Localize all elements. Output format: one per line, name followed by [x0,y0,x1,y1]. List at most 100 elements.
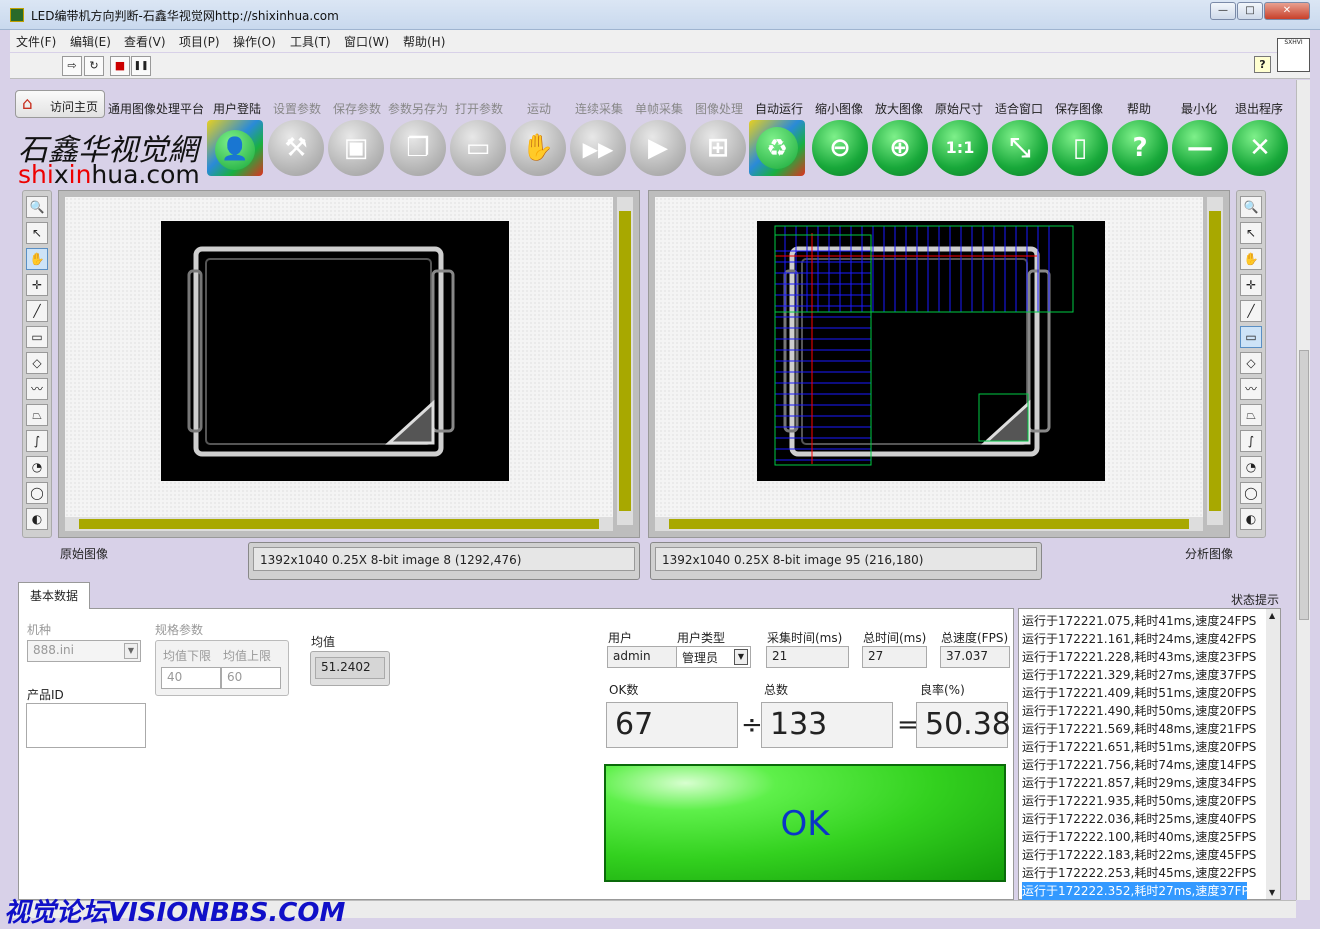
original-size-button[interactable]: 1:1 [932,120,988,176]
crosshair-icon[interactable]: ✛ [26,274,48,296]
polygon-icon[interactable]: ⏢ [1240,404,1262,426]
chevron-down-icon[interactable]: ▼ [124,643,138,659]
zoom-icon[interactable]: 🔍 [26,196,48,218]
run-arrow-icon[interactable]: ⇨ [62,56,82,76]
status-log-line[interactable]: 运行于172221.756,耗时74ms,速度14FPS [1022,756,1256,774]
status-log-line[interactable]: 运行于172221.857,耗时29ms,速度34FPS [1022,774,1256,792]
minimize-app-button[interactable]: — [1172,120,1228,176]
freehand-region-icon[interactable]: ◔ [26,456,48,478]
scroll-thumb[interactable] [669,519,1189,529]
rotated-rect-icon[interactable]: ◇ [26,352,48,374]
exit-button[interactable]: ✕ [1232,120,1288,176]
single-acq-button[interactable]: ▶ [630,120,686,176]
pointer-icon[interactable]: ↖ [26,222,48,244]
pan-icon[interactable]: ✋ [1240,248,1262,270]
zoom-icon[interactable]: 🔍 [1240,196,1262,218]
mean-upper-field[interactable]: 60 [221,667,281,689]
save-params-as-button[interactable]: ❐ [390,120,446,176]
oval-icon[interactable]: ◯ [26,482,48,504]
analysis-image-display[interactable] [648,190,1230,538]
status-log-line[interactable]: 运行于172222.100,耗时40ms,速度25FPS [1022,828,1256,846]
fit-window-button[interactable]: ⤡ [992,120,1048,176]
scroll-thumb[interactable] [1209,211,1221,511]
display-horizontal-scrollbar[interactable] [655,517,1203,531]
zoom-out-button[interactable]: ⊖ [812,120,868,176]
original-image-display[interactable] [58,190,640,538]
freehand-line-icon[interactable]: ∫ [26,430,48,452]
status-log-line[interactable]: 运行于172222.036,耗时25ms,速度40FPS [1022,810,1256,828]
menu-window[interactable]: 窗口(W) [344,33,389,50]
scroll-up-icon[interactable]: ▲ [1269,611,1275,620]
zoom-in-button[interactable]: ⊕ [872,120,928,176]
menu-operate[interactable]: 操作(O) [233,33,276,50]
menu-project[interactable]: 项目(P) [179,33,220,50]
menu-help[interactable]: 帮助(H) [403,33,445,50]
crosshair-icon[interactable]: ✛ [1240,274,1262,296]
close-button[interactable]: ✕ [1264,2,1310,20]
context-help-icon[interactable]: ? [1254,56,1271,73]
motion-button[interactable]: ✋ [510,120,566,176]
vertical-scroll-thumb[interactable] [1299,350,1309,620]
status-log-line[interactable]: 运行于172221.161,耗时24ms,速度42FPS [1022,630,1256,648]
status-log-line[interactable]: 运行于172221.651,耗时51ms,速度20FPS [1022,738,1256,756]
freehand-line-icon[interactable]: ∫ [1240,430,1262,452]
auto-run-button[interactable]: ♻ [749,120,805,176]
menu-view[interactable]: 查看(V) [124,33,166,50]
rectangle-icon[interactable]: ▭ [1240,326,1262,348]
status-log-line[interactable]: 运行于172222.352,耗时27ms,速度37FPS [1022,882,1256,900]
home-page-button[interactable]: ⌂ 访问主页 [15,90,105,118]
status-log-line[interactable]: 运行于172221.075,耗时41ms,速度24FPS [1022,612,1256,630]
pause-icon[interactable]: ❚❚ [131,56,151,76]
polyline-icon[interactable]: 〰 [1240,378,1262,400]
mean-lower-field[interactable]: 40 [161,667,221,689]
vertical-scrollbar[interactable] [1296,80,1310,900]
annulus-icon[interactable]: ◐ [1240,508,1262,530]
status-log-line[interactable]: 运行于172221.569,耗时48ms,速度21FPS [1022,720,1256,738]
set-params-button[interactable]: ⚒ [268,120,324,176]
freehand-region-icon[interactable]: ◔ [1240,456,1262,478]
image-process-button[interactable]: ⊞ [690,120,746,176]
user-type-select[interactable]: 管理员 ▼ [676,646,751,668]
status-log-line[interactable]: 运行于172221.329,耗时27ms,速度37FPS [1022,666,1256,684]
chevron-down-icon[interactable]: ▼ [734,649,748,665]
minimize-button[interactable]: — [1210,2,1236,20]
status-log-list[interactable]: 运行于172221.075,耗时41ms,速度24FPS 运行于172221.16… [1018,608,1281,900]
display-horizontal-scrollbar[interactable] [65,517,613,531]
pointer-icon[interactable]: ↖ [1240,222,1262,244]
continuous-acq-button[interactable]: ▶▶ [570,120,626,176]
scroll-thumb[interactable] [79,519,599,529]
help-button[interactable]: ? [1112,120,1168,176]
save-image-button[interactable]: ▯ [1052,120,1108,176]
oval-icon[interactable]: ◯ [1240,482,1262,504]
status-list-scrollbar[interactable]: ▲ ▼ [1266,609,1280,899]
scroll-thumb[interactable] [619,211,631,511]
pan-icon[interactable]: ✋ [26,248,48,270]
product-id-field[interactable] [26,703,146,748]
maximize-button[interactable]: □ [1237,2,1263,20]
model-select[interactable]: 888.ini ▼ [27,640,141,662]
status-log-line[interactable]: 运行于172221.490,耗时50ms,速度20FPS [1022,702,1256,720]
rectangle-icon[interactable]: ▭ [26,326,48,348]
status-log-line[interactable]: 运行于172221.228,耗时43ms,速度23FPS [1022,648,1256,666]
rotated-rect-icon[interactable]: ◇ [1240,352,1262,374]
display-vertical-scrollbar[interactable] [1207,197,1223,525]
menu-edit[interactable]: 编辑(E) [70,33,111,50]
status-log-line[interactable]: 运行于172222.253,耗时45ms,速度22FPS [1022,864,1256,882]
polygon-icon[interactable]: ⏢ [26,404,48,426]
tab-basic-data[interactable]: 基本数据 [18,582,90,609]
save-params-button[interactable]: ▣ [328,120,384,176]
line-icon[interactable]: ╱ [1240,300,1262,322]
open-params-button[interactable]: ▭ [450,120,506,176]
display-vertical-scrollbar[interactable] [617,197,633,525]
line-icon[interactable]: ╱ [26,300,48,322]
run-continuously-icon[interactable]: ↻ [84,56,104,76]
status-log-line[interactable]: 运行于172222.183,耗时22ms,速度45FPS [1022,846,1256,864]
menu-file[interactable]: 文件(F) [16,33,56,50]
menu-tools[interactable]: 工具(T) [290,33,331,50]
status-log-line[interactable]: 运行于172221.409,耗时51ms,速度20FPS [1022,684,1256,702]
annulus-icon[interactable]: ◐ [26,508,48,530]
login-button[interactable]: 👤 [207,120,263,176]
polyline-icon[interactable]: 〰 [26,378,48,400]
abort-icon[interactable]: ■ [110,56,130,76]
scroll-down-icon[interactable]: ▼ [1269,888,1275,897]
